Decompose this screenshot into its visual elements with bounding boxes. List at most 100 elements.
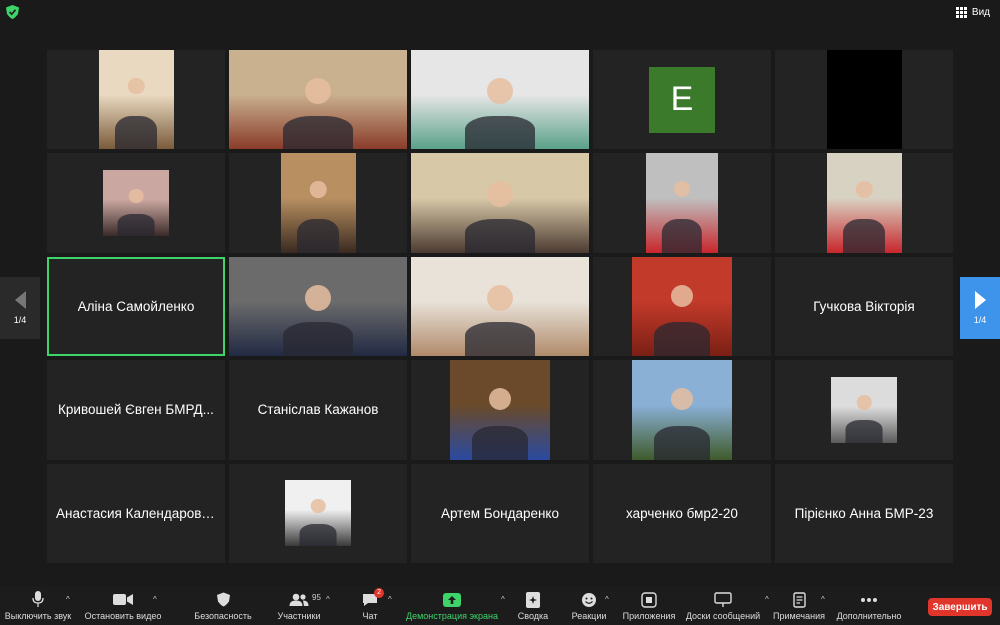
share-screen-label: Демонстрация экрана [406,610,498,621]
page-indicator-right: 1/4 [973,315,987,325]
previous-page-button[interactable]: 1/4 [0,277,40,339]
participant-tile[interactable] [775,153,953,253]
participant-gallery: E Аліна Самойленко Гучкова Вікторія Кривоше… [47,50,953,567]
participant-tile[interactable]: Анастасия Календарова... [47,463,225,563]
arrow-left-icon [14,291,26,309]
participant-tile[interactable] [229,463,407,563]
whiteboards-button[interactable]: Доски сообщений [683,586,763,625]
participant-tile[interactable]: Аліна Самойленко [47,256,225,357]
share-screen-button[interactable]: Демонстрация экрана [404,586,500,625]
participant-tile[interactable] [593,153,771,253]
participant-tile[interactable] [411,153,589,253]
next-page-button[interactable]: 1/4 [960,277,1000,339]
video-camera-icon [113,594,133,605]
participant-tile[interactable]: харченко бмр2-20 [593,463,771,563]
participant-video-2 [229,50,407,150]
participant-tile[interactable] [47,153,225,253]
view-button[interactable]: Вид [955,4,990,20]
participant-tile[interactable] [593,256,771,357]
participants-icon [289,593,309,606]
security-button[interactable]: Безопасность [190,586,256,625]
participant-video-19 [632,360,732,460]
participant-tile[interactable] [411,360,589,460]
participant-name: Кривошей Євген БМРД... [58,402,214,418]
apps-icon [641,591,657,608]
arrow-right-icon [974,291,986,309]
participant-avatar: E [649,66,715,133]
participant-video-12 [229,256,407,357]
shield-icon [216,592,230,607]
participants-caret-icon[interactable]: ^ [326,595,330,604]
participant-name: Аліна Самойленко [77,298,195,314]
participant-tile[interactable] [229,256,407,357]
page-indicator-left: 1/4 [13,315,27,325]
summary-icon [526,591,540,608]
participant-tile[interactable] [411,50,589,150]
apps-button[interactable]: Приложения [620,586,678,625]
chat-button[interactable]: 2 Чат [356,586,384,625]
participant-video-9 [646,153,718,253]
participant-tile[interactable] [775,50,953,150]
view-label: Вид [971,6,990,18]
participant-tile[interactable] [775,360,953,460]
participant-tile[interactable] [593,360,771,460]
participant-video-20 [831,376,897,443]
participant-tile[interactable]: E [593,50,771,150]
participants-count: 95 [312,592,321,602]
participant-video-6 [103,170,169,237]
mute-button[interactable]: Выключить звук [5,586,71,625]
participant-video-1 [98,50,174,150]
grid-view-icon [955,6,967,18]
chat-caret-icon[interactable]: ^ [388,595,392,604]
participant-name: Станіслав Кажанов [257,402,379,418]
participant-video-10 [826,153,902,253]
participant-tile[interactable] [229,50,407,150]
stop-video-button[interactable]: Остановить видео [84,586,162,625]
participant-video-off [826,50,902,150]
meeting-toolbar: Выключить звук ^ Остановить видео ^ Безо… [0,586,1000,625]
participant-name: харченко бмр2-20 [626,505,738,521]
participant-video-3 [411,50,589,150]
more-dots-icon [861,597,877,602]
more-label: Дополнительно [836,610,902,621]
participant-tile[interactable]: Пірієнко Анна БМР-23 [775,463,953,563]
summary-label: Сводка [517,610,549,621]
participant-tile[interactable]: Гучкова Вікторія [775,256,953,357]
participant-tile[interactable]: Артем Бондаренко [411,463,589,563]
participants-button[interactable]: 95 Участники [275,586,323,625]
reactions-button[interactable]: Реакции [569,586,609,625]
microphone-icon [32,591,44,607]
participant-name: Пірієнко Анна БМР-23 [794,505,934,521]
stop-video-label: Остановить видео [84,610,162,621]
participant-tile[interactable]: Кривошей Євген БМРД... [47,360,225,460]
whiteboard-icon [714,592,732,607]
video-options-caret-icon[interactable]: ^ [153,595,157,604]
notes-caret-icon[interactable]: ^ [821,595,825,604]
whiteboards-label: Доски сообщений [685,610,761,621]
summary-button[interactable]: Сводка [515,586,551,625]
share-caret-icon[interactable]: ^ [501,595,505,604]
security-shield-icon [6,5,19,19]
participant-video-8 [411,153,589,253]
participant-tile[interactable] [411,256,589,357]
participant-video-18 [450,360,550,460]
audio-options-caret-icon[interactable]: ^ [66,595,70,604]
chat-badge: 2 [374,587,384,598]
more-button[interactable]: Дополнительно [833,586,905,625]
end-meeting-button[interactable]: Завершить [928,598,992,616]
participant-video-13 [411,256,589,357]
share-screen-icon [443,592,461,607]
participant-tile[interactable]: Станіслав Кажанов [229,360,407,460]
participant-tile[interactable] [229,153,407,253]
participant-video-22 [285,480,351,547]
whiteboards-caret-icon[interactable]: ^ [765,595,769,604]
reactions-label: Реакции [571,610,607,621]
participant-tile[interactable] [47,50,225,150]
participant-video-7 [280,153,356,253]
emoji-reaction-icon [582,592,596,607]
participant-name: Артем Бондаренко [440,505,560,521]
participant-name: Гучкова Вікторія [813,298,915,314]
reactions-caret-icon[interactable]: ^ [605,595,609,604]
notes-button[interactable]: Примечания [770,586,828,625]
participant-video-14 [632,256,732,357]
